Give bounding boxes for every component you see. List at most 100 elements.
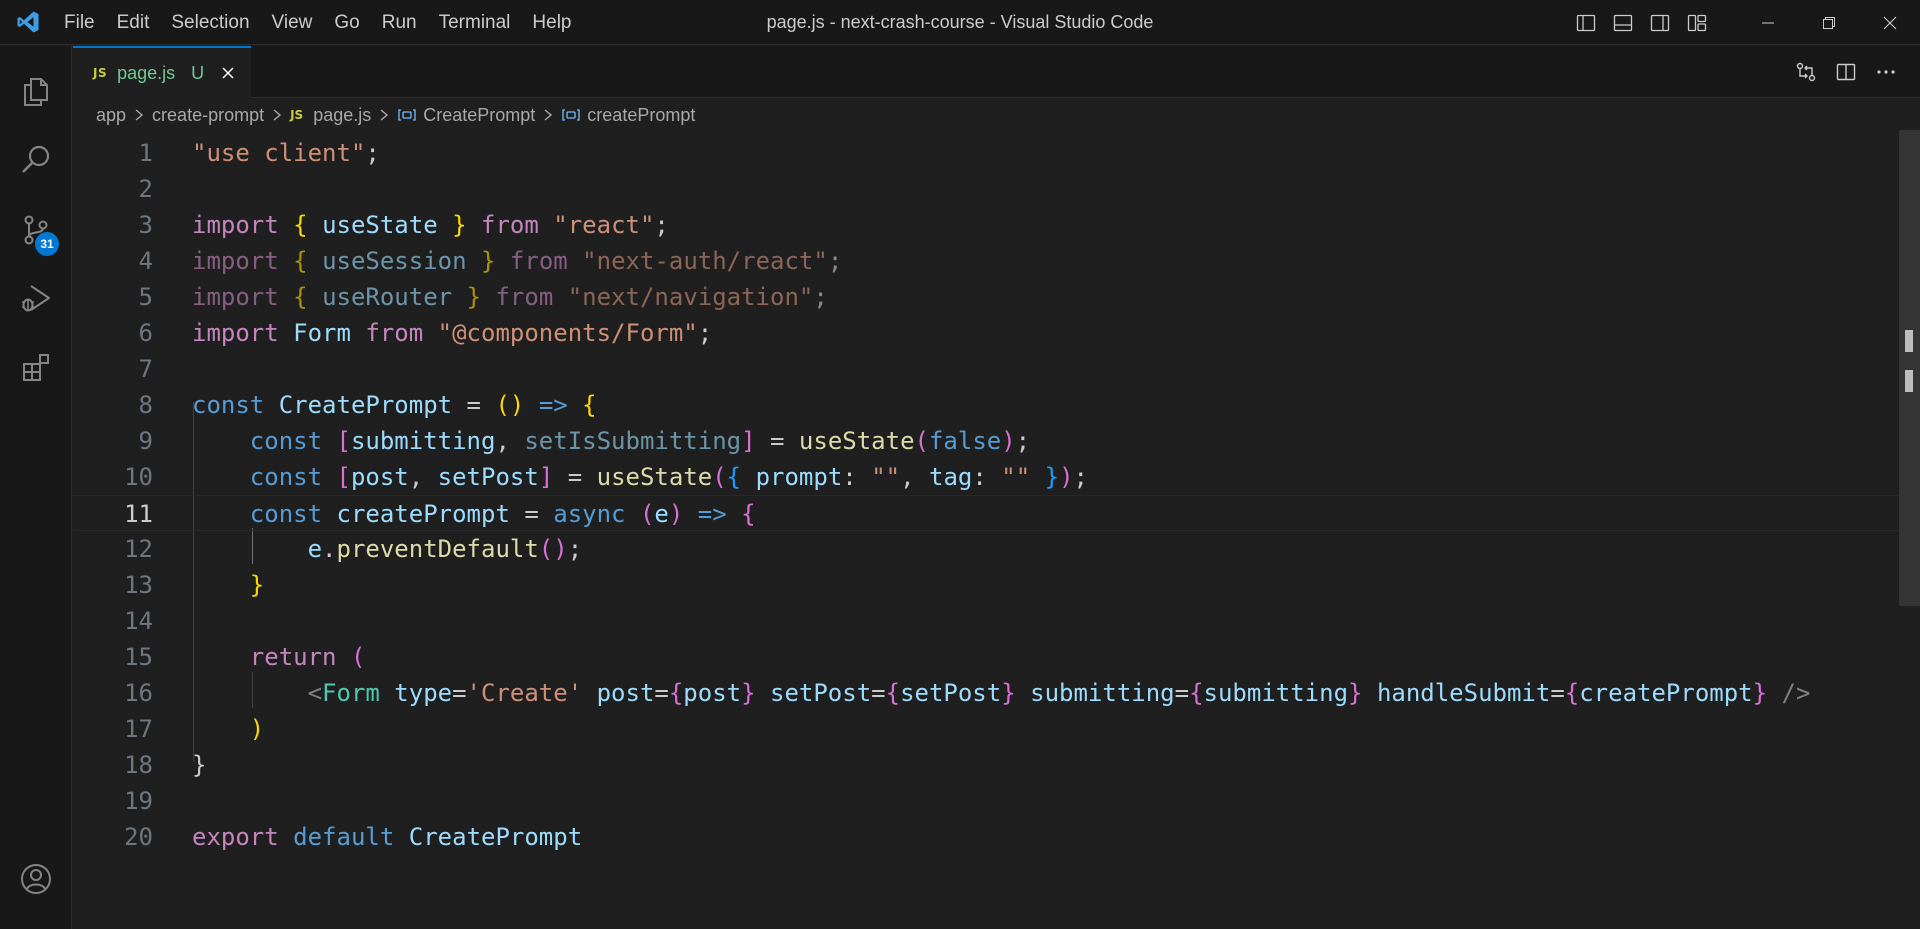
toggle-primary-sidebar-button[interactable]	[1567, 0, 1604, 45]
breadcrumb-app[interactable]: app	[96, 105, 126, 126]
code-line[interactable]: 2	[73, 171, 1920, 207]
split-editor-button[interactable]	[1826, 46, 1866, 98]
code-line[interactable]: 12 e.preventDefault();	[73, 531, 1920, 567]
extensions-button[interactable]	[0, 334, 72, 402]
chevron-right-icon	[134, 108, 144, 122]
compare-changes-icon	[1796, 62, 1816, 82]
tab-page-js[interactable]: JS page.js U	[73, 46, 251, 98]
line-number: 15	[124, 643, 153, 671]
code-line[interactable]: 15 return (	[73, 639, 1920, 675]
restore-button[interactable]	[1798, 0, 1859, 45]
open-changes-button[interactable]	[1786, 46, 1826, 98]
restore-icon	[1822, 16, 1835, 29]
code-text: import { useState } from "react";	[192, 211, 669, 239]
debug-icon	[22, 285, 50, 312]
toggle-secondary-sidebar-button[interactable]	[1641, 0, 1678, 45]
chevron-right-icon	[543, 108, 553, 122]
extensions-icon	[23, 354, 49, 381]
search-button[interactable]	[0, 126, 72, 194]
code-text: export default CreatePrompt	[192, 823, 583, 851]
code-text: }	[192, 751, 207, 779]
code-line[interactable]: 13 }	[73, 567, 1920, 603]
close-icon	[222, 67, 234, 79]
line-number: 20	[124, 823, 153, 851]
editor-scrollbar-thumb[interactable]	[1899, 130, 1920, 606]
minimize-button[interactable]	[1737, 0, 1798, 45]
editor-actions	[1786, 46, 1906, 98]
code-text: <Form type='Create' post={post} setPost=…	[307, 679, 1811, 707]
code-line[interactable]: 19	[73, 783, 1920, 819]
breadcrumb-symbol-createprompt-const[interactable]: CreatePrompt	[397, 105, 535, 126]
explorer-button[interactable]	[0, 58, 72, 126]
source-control-badge: 31	[35, 232, 59, 256]
search-icon	[22, 145, 50, 173]
breadcrumb-page-js[interactable]: JS page.js	[290, 105, 371, 126]
js-file-icon: JS	[93, 66, 108, 80]
variable-symbol-icon	[397, 107, 417, 123]
line-number: 14	[124, 607, 153, 635]
accounts-button[interactable]	[0, 845, 72, 913]
code-text: import { useRouter } from "next/navigati…	[192, 283, 828, 311]
code-text: const [submitting, setIsSubmitting] = us…	[249, 427, 1031, 455]
menu-selection[interactable]: Selection	[160, 0, 260, 45]
title-bar: File Edit Selection View Go Run Terminal…	[0, 0, 1920, 45]
menu-terminal[interactable]: Terminal	[428, 0, 522, 45]
code-line[interactable]: 14	[73, 603, 1920, 639]
menu-file[interactable]: File	[56, 0, 106, 45]
menu-go[interactable]: Go	[323, 0, 370, 45]
source-control-button[interactable]: 31	[0, 196, 72, 264]
breadcrumb-create-prompt[interactable]: create-prompt	[152, 105, 264, 126]
customize-layout-button[interactable]	[1678, 0, 1715, 45]
menu-run[interactable]: Run	[371, 0, 428, 45]
line-number: 19	[124, 787, 153, 815]
code-line[interactable]: 1 "use client";	[73, 135, 1920, 171]
minimize-icon	[1761, 22, 1774, 23]
breadcrumb: app create-prompt JS page.js CreatePromp…	[96, 99, 695, 131]
sidebar-left-icon	[1576, 14, 1595, 31]
panel-bottom-icon	[1613, 14, 1632, 31]
more-actions-button[interactable]	[1866, 46, 1906, 98]
close-window-button[interactable]	[1859, 0, 1920, 45]
breadcrumb-symbol-createprompt-fn[interactable]: createPrompt	[561, 105, 695, 126]
line-number: 9	[138, 427, 153, 455]
code-line[interactable]: 16 <Form type='Create' post={post} setPo…	[73, 675, 1920, 711]
code-line[interactable]: 17 )	[73, 711, 1920, 747]
run-debug-button[interactable]	[0, 264, 72, 332]
code-line[interactable]: 11 const createPrompt = async (e) => {	[73, 495, 1920, 531]
code-text: }	[249, 571, 265, 599]
code-editor[interactable]: 1 "use client"; 2 3 import { useState } from…	[73, 132, 1920, 929]
code-text: "use client";	[192, 139, 380, 167]
code-line[interactable]: 10 const [post, setPost] = useState({ pr…	[73, 459, 1920, 495]
toggle-panel-button[interactable]	[1604, 0, 1641, 45]
code-line[interactable]: 4 import { useSession } from "next-auth/r…	[73, 243, 1920, 279]
line-number: 4	[138, 247, 153, 275]
line-number: 11	[124, 500, 153, 528]
line-number: 13	[124, 571, 153, 599]
line-number: 7	[138, 355, 153, 383]
code-line[interactable]: 7	[73, 351, 1920, 387]
line-number: 16	[124, 679, 153, 707]
activity-bar: 31	[0, 46, 72, 929]
untracked-status: U	[191, 62, 205, 83]
code-line[interactable]: 20 export default CreatePrompt	[73, 819, 1920, 855]
menu-view[interactable]: View	[261, 0, 324, 45]
line-number: 1	[138, 139, 153, 167]
line-number: 18	[124, 751, 153, 779]
code-text: e.preventDefault();	[307, 535, 583, 563]
line-number: 12	[124, 535, 153, 563]
menu-edit[interactable]: Edit	[106, 0, 161, 45]
code-text: const [post, setPost] = useState({ promp…	[249, 463, 1088, 491]
vscode-logo-icon	[0, 0, 56, 45]
tab-close-button[interactable]	[218, 63, 238, 83]
code-line[interactable]: 18}	[73, 747, 1920, 783]
code-text: import Form from "@components/Form";	[192, 319, 713, 347]
code-line[interactable]: 6 import Form from "@components/Form";	[73, 315, 1920, 351]
code-line[interactable]: 3 import { useState } from "react";	[73, 207, 1920, 243]
code-line[interactable]: 9 const [submitting, setIsSubmitting] = …	[73, 423, 1920, 459]
code-line[interactable]: 5 import { useRouter } from "next/navigat…	[73, 279, 1920, 315]
menu-help[interactable]: Help	[521, 0, 582, 45]
code-line[interactable]: 8 const CreatePrompt = () => {	[73, 387, 1920, 423]
line-number: 10	[124, 463, 153, 491]
variable-symbol-icon	[561, 107, 581, 123]
account-icon	[21, 864, 51, 894]
